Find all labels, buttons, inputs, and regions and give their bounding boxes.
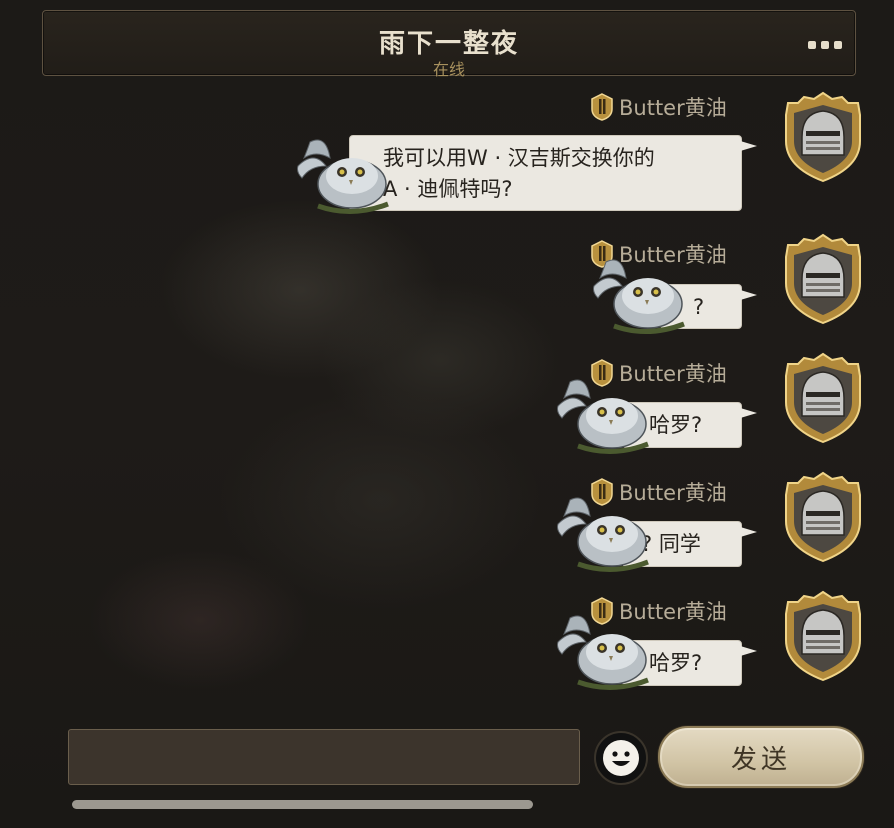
online-status: 在线 xyxy=(432,60,465,79)
owl-sticker xyxy=(557,497,649,573)
sender-name: Butter黄油 xyxy=(619,96,727,120)
more-dots-icon xyxy=(821,41,829,49)
owl-sticker xyxy=(557,379,649,455)
bubble-tail xyxy=(737,289,757,301)
message-bubble[interactable]: 我可以用W · 汉吉斯交换你的 A · 迪佩特吗? xyxy=(349,135,757,211)
more-dots-icon xyxy=(808,41,816,49)
chat-background xyxy=(0,0,894,828)
rank-badge-icon xyxy=(591,93,613,121)
message-text-line: 我可以用W · 汉吉斯交换你的 xyxy=(383,146,655,170)
knight-avatar[interactable] xyxy=(782,233,864,325)
owl-sticker xyxy=(297,139,389,215)
horizontal-scrollbar[interactable] xyxy=(72,800,533,809)
knight-avatar[interactable] xyxy=(782,91,864,183)
bubble-tail xyxy=(737,645,757,657)
send-button[interactable]: 发送 xyxy=(658,726,864,788)
chat-header: 雨下一整夜 在线 xyxy=(42,10,856,79)
bubble-tail xyxy=(737,526,757,538)
emoji-button[interactable] xyxy=(593,730,649,786)
sender-row: Butter黄油 xyxy=(588,93,727,121)
knight-avatar[interactable] xyxy=(782,471,864,563)
owl-sticker xyxy=(593,259,685,335)
chat-title: 雨下一整夜 xyxy=(378,29,519,59)
smiley-face-icon xyxy=(603,740,639,776)
message-text-line: A · 迪佩特吗? xyxy=(383,177,513,201)
bubble-tail xyxy=(737,407,757,419)
bubble-tail xyxy=(737,140,757,152)
owl-sticker xyxy=(557,615,649,691)
more-options-button[interactable] xyxy=(801,35,849,55)
knight-avatar[interactable] xyxy=(782,352,864,444)
message-input[interactable] xyxy=(68,729,580,785)
knight-avatar[interactable] xyxy=(782,590,864,682)
more-dots-icon xyxy=(834,41,842,49)
